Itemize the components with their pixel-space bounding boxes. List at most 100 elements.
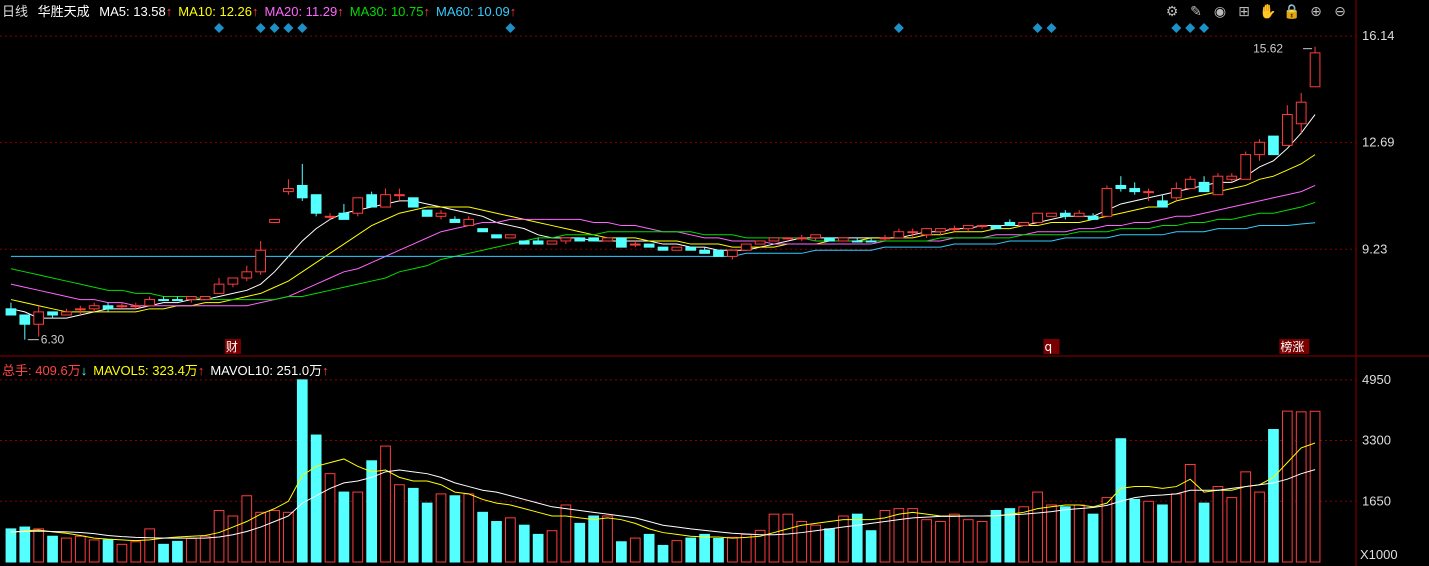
candle-body (1115, 184, 1127, 190)
candle-body (629, 243, 641, 246)
candle-body (671, 246, 683, 251)
volume-bar (532, 533, 544, 563)
zoom-in-icon[interactable]: ⊕ (1307, 2, 1325, 20)
candle-body (421, 209, 433, 217)
volume-bar (671, 540, 683, 563)
candle-body (324, 215, 336, 218)
volume-bar (588, 515, 599, 563)
candle-body (172, 299, 183, 302)
pen-icon[interactable]: ✎ (1187, 2, 1205, 20)
ma5-line (10, 114, 1316, 319)
candle-body (1032, 212, 1043, 223)
candle-body (1073, 212, 1085, 217)
candle-body (1018, 221, 1030, 227)
stock-chart[interactable]: 16.14 12.69 9.23 4950 3300 1650 X1000 15.62 6.3… (0, 0, 1429, 566)
candle-body (491, 234, 502, 239)
volume-bar (768, 513, 780, 563)
eye-icon[interactable]: ◉ (1211, 2, 1229, 20)
volume-bar (1281, 410, 1293, 563)
volume-bar (47, 535, 58, 563)
volume-bar (602, 515, 613, 563)
candlesticks (5, 46, 1321, 340)
candle-body (227, 277, 239, 285)
lock-icon[interactable]: 🔒 (1283, 2, 1301, 20)
candle-body (740, 243, 752, 251)
volume-bar (5, 528, 17, 563)
volume-bar (1087, 513, 1099, 563)
price-axis: 16.14 12.69 9.23 4950 3300 1650 X1000 (1360, 28, 1398, 562)
event-marker-label: 财 (226, 340, 238, 354)
signal-diamond (269, 23, 280, 33)
candle-body (935, 228, 946, 233)
volume-bar (61, 537, 72, 563)
volume-bar (102, 539, 114, 563)
volume-bar (241, 495, 253, 563)
candle-body (1046, 212, 1057, 217)
candle-body (796, 237, 808, 240)
volume-legend-item: MAVOL10: 251.0万↑ (210, 363, 329, 378)
candle-body (1295, 101, 1307, 125)
signal-diamond (1199, 23, 1210, 33)
candle-body (199, 295, 211, 301)
candle-body (824, 237, 835, 242)
candle-body (88, 305, 100, 310)
ma-legend-item: MA5: 13.58↑ (99, 4, 173, 19)
volume-bar (1295, 411, 1307, 563)
volume-bar (782, 513, 794, 563)
candle-body (380, 194, 391, 208)
candle-body (1143, 191, 1154, 194)
candle-body (1059, 212, 1071, 217)
volume-bar (546, 530, 558, 563)
candle-body (699, 249, 710, 254)
volume-bar (990, 509, 1002, 563)
volume-bar (1226, 497, 1238, 563)
candle-body (768, 237, 780, 242)
volume-bar (380, 445, 391, 563)
volume-bar (88, 539, 100, 563)
candle-body (1129, 188, 1141, 193)
candle-body (907, 231, 919, 234)
trend-arrow: ↑ (197, 363, 205, 378)
volume-bars (5, 379, 1321, 563)
volume-bar (19, 526, 31, 563)
volume-bar (824, 528, 835, 563)
volume-bar (962, 519, 974, 563)
candle-body (1004, 221, 1016, 227)
volume-bar (1101, 497, 1113, 563)
volume-bar (518, 524, 530, 563)
gear-icon[interactable]: ⚙ (1163, 2, 1181, 20)
volume-bar (435, 493, 447, 563)
candle-body (1157, 200, 1168, 208)
hand-icon[interactable]: ✋ (1259, 2, 1277, 20)
candle-body (283, 188, 294, 193)
candle-body (310, 194, 322, 214)
period-label[interactable]: 日线 (2, 4, 28, 19)
zoom-out-icon[interactable]: ⊖ (1331, 2, 1349, 20)
trend-arrow: ↓ (80, 363, 88, 378)
candle-body (394, 194, 405, 197)
candle-body (5, 308, 17, 316)
candle-body (532, 240, 544, 245)
volume-legend-item: 总手: 409.6万↓ (2, 363, 88, 378)
candle-body (47, 311, 58, 316)
candle-body (948, 228, 960, 231)
candle-body (269, 218, 280, 223)
volume-bar (296, 379, 308, 563)
volume-bar (338, 491, 350, 563)
candle-body (1254, 141, 1265, 156)
ma-legend-item: MA20: 11.29↑ (264, 4, 344, 19)
volume-bar (491, 521, 502, 563)
volume-bar (699, 533, 710, 563)
volume-bar (33, 528, 45, 563)
price-tick-label: 9.23 (1362, 241, 1387, 256)
volume-bar (657, 544, 669, 563)
candle-body (616, 237, 627, 248)
candle-body (962, 225, 974, 230)
volume-bar (269, 509, 280, 563)
signal-diamond (1185, 23, 1196, 33)
trend-arrow: ↑ (337, 4, 344, 19)
signal-diamond (283, 23, 294, 33)
volume-legend-item: MAVOL5: 323.4万↑ (93, 363, 205, 378)
candle-body (213, 283, 225, 294)
gift-icon[interactable]: ⊞ (1235, 2, 1253, 20)
